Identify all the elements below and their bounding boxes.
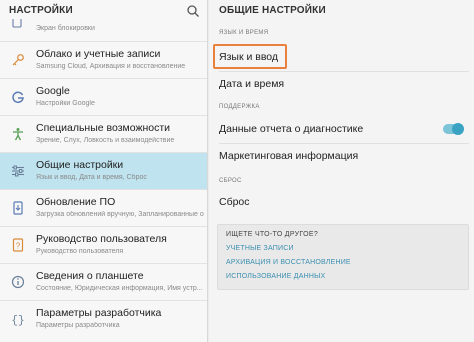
divider xyxy=(219,143,469,144)
link-backup-restore[interactable]: АРХИВАЦИЯ И ВОССТАНОВЛЕНИЕ xyxy=(226,259,351,266)
sidebar-item-sub: Загрузка обновлений вручную, Запланирова… xyxy=(36,211,204,218)
section-reset: СБРОС xyxy=(219,178,242,184)
sidebar-item-label: Руководство пользователя xyxy=(36,233,167,245)
sidebar-header: НАСТРОЙКИ xyxy=(0,0,207,21)
sidebar-item-label: Общие настройки xyxy=(36,159,124,171)
sidebar-item-label: Облако и учетные записи xyxy=(36,48,161,60)
divider xyxy=(219,71,469,72)
sidebar-item-sub: Состояние, Юридическая информация, Имя у… xyxy=(36,285,203,292)
sidebar-item-label: Обновление ПО xyxy=(36,196,116,208)
sidebar-item-sub: Настройки Google xyxy=(36,100,95,107)
lock-screen-icon xyxy=(12,19,22,28)
row-reset[interactable]: Сброс xyxy=(209,191,474,213)
diagnostics-toggle[interactable] xyxy=(443,123,464,135)
svg-text:{}: {} xyxy=(11,315,24,326)
row-diagnostics[interactable]: Данные отчета о диагностике xyxy=(209,118,474,140)
link-accounts[interactable]: УЧЕТНЫЕ ЗАПИСИ xyxy=(226,245,294,252)
toggle-knob xyxy=(452,123,464,135)
row-label: Дата и время xyxy=(219,78,285,90)
sidebar-item-sub: Samsung Cloud, Архивация и восстановлени… xyxy=(36,63,186,70)
sliders-icon xyxy=(12,165,24,177)
row-marketing[interactable]: Маркетинговая информация xyxy=(209,145,474,167)
sidebar-item-accessibility[interactable]: Специальные возможности Зрение, Слух, Ло… xyxy=(0,115,207,152)
sidebar-item-software-update[interactable]: Обновление ПО Загрузка обновлений вручну… xyxy=(0,189,207,226)
sidebar-item-sub: Руководство пользователя xyxy=(36,248,124,255)
settings-sidebar: НАСТРОЙКИ Экран блокировки Облако и учет… xyxy=(0,0,208,342)
braces-icon: {} xyxy=(11,315,24,326)
page-title: ОБЩИЕ НАСТРОЙКИ xyxy=(219,5,326,16)
sidebar-item-label: Параметры разработчика xyxy=(36,307,162,319)
sidebar-item-sub: Язык и ввод, Дата и время, Сброс xyxy=(36,174,147,181)
row-date-time[interactable]: Дата и время xyxy=(209,73,474,95)
info-icon xyxy=(11,275,25,289)
sidebar-item-sub: Зрение, Слух, Ловкость и взаимодействие xyxy=(36,137,175,144)
sidebar-item-sub: Параметры разработчика xyxy=(36,322,120,329)
svg-text:?: ? xyxy=(16,242,21,251)
accessibility-icon xyxy=(13,128,23,141)
sidebar-item-cloud-accounts[interactable]: Облако и учетные записи Samsung Cloud, А… xyxy=(0,41,207,78)
row-label: Данные отчета о диагностике xyxy=(219,123,364,135)
suggestions-card: ИЩЕТЕ ЧТО-ТО ДРУГОЕ? УЧЕТНЫЕ ЗАПИСИ АРХИ… xyxy=(217,224,469,290)
section-support: ПОДДЕРЖКА xyxy=(219,104,260,110)
key-icon xyxy=(12,54,24,66)
sidebar-item-label: Специальные возможности xyxy=(36,122,171,134)
row-label: Маркетинговая информация xyxy=(219,150,359,162)
suggestions-title: ИЩЕТЕ ЧТО-ТО ДРУГОЕ? xyxy=(226,231,319,238)
general-management-panel: ОБЩИЕ НАСТРОЙКИ ЯЗЫК И ВРЕМЯ Язык и ввод… xyxy=(209,0,474,342)
sidebar-item-general-management[interactable]: Общие настройки Язык и ввод, Дата и врем… xyxy=(0,152,207,189)
sidebar-item-label: Google xyxy=(36,85,70,97)
software-update-icon xyxy=(13,201,23,215)
sidebar-item-user-manual[interactable]: ? Руководство пользователя Руководство п… xyxy=(0,226,207,263)
google-icon xyxy=(12,91,24,104)
sidebar-title: НАСТРОЙКИ xyxy=(9,5,73,16)
sidebar-item-developer-options[interactable]: {} Параметры разработчика Параметры разр… xyxy=(0,300,207,337)
sidebar-item-about-tablet[interactable]: Сведения о планшете Состояние, Юридическ… xyxy=(0,263,207,300)
link-data-usage[interactable]: ИСПОЛЬЗОВАНИЕ ДАННЫХ xyxy=(226,273,325,280)
sidebar-item-lockscreen-sub[interactable]: Экран блокировки xyxy=(36,25,95,32)
manual-icon: ? xyxy=(12,238,24,252)
sidebar-item-label: Сведения о планшете xyxy=(36,270,144,282)
section-language-time: ЯЗЫК И ВРЕМЯ xyxy=(219,30,269,36)
row-label: Сброс xyxy=(219,196,250,208)
highlight-box xyxy=(213,44,287,69)
sidebar-item-google[interactable]: Google Настройки Google xyxy=(0,78,207,115)
search-icon[interactable] xyxy=(186,4,200,18)
